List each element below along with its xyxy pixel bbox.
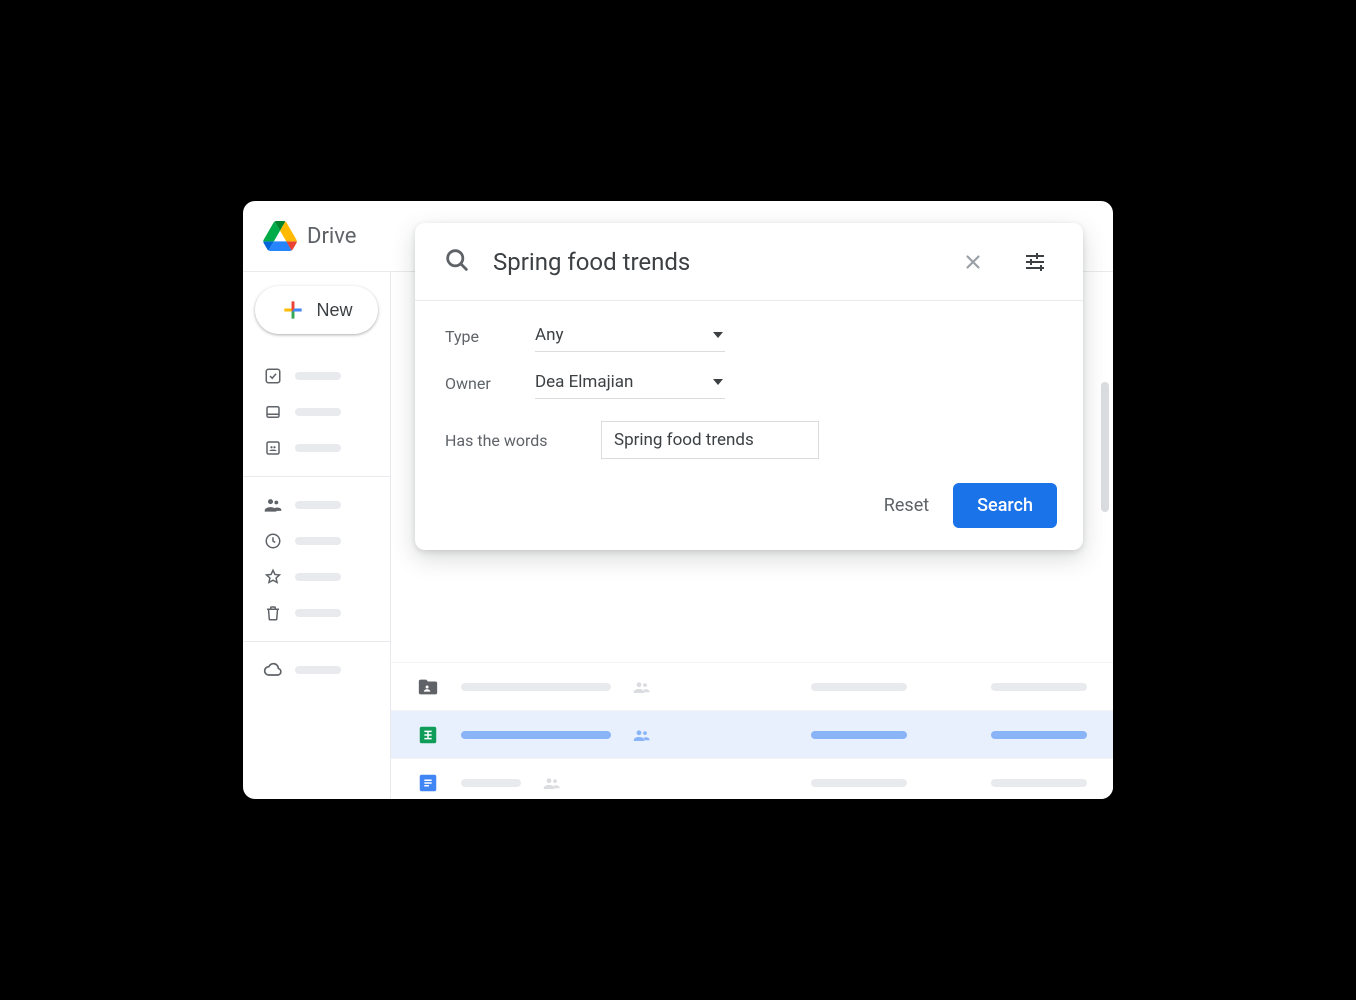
search-bar <box>415 223 1083 301</box>
search-icon <box>443 246 471 278</box>
file-row-docs[interactable] <box>391 758 1113 799</box>
sidebar-label-placeholder <box>295 666 341 674</box>
cloud-icon <box>263 660 283 680</box>
sidebar-label-placeholder <box>295 372 341 380</box>
new-button-label: New <box>316 300 352 321</box>
sidebar-label-placeholder <box>295 444 341 452</box>
search-button[interactable]: Search <box>953 483 1057 528</box>
sidebar-item-starred[interactable] <box>243 559 390 595</box>
app-window: Drive New <box>243 201 1113 799</box>
checkbox-icon <box>263 366 283 386</box>
file-meta-placeholder <box>991 683 1087 691</box>
sidebar-label-placeholder <box>295 408 341 416</box>
tune-icon <box>1023 250 1047 274</box>
clock-icon <box>263 531 283 551</box>
file-meta-placeholder <box>991 779 1087 787</box>
people-icon <box>263 495 283 515</box>
owner-label: Owner <box>445 374 535 393</box>
owner-value: Dea Elmajian <box>535 372 633 392</box>
docs-icon <box>417 772 439 794</box>
close-icon <box>962 251 984 273</box>
owner-select[interactable]: Dea Elmajian <box>535 368 725 399</box>
file-meta-placeholder <box>811 683 907 691</box>
star-icon <box>263 567 283 587</box>
app-title: Drive <box>307 224 356 249</box>
shared-drives-icon <box>263 438 283 458</box>
sidebar-label-placeholder <box>295 537 341 545</box>
shared-icon <box>543 777 561 789</box>
search-actions: Reset Search <box>415 467 1083 550</box>
type-label: Type <box>445 327 535 346</box>
sidebar-item-my-drive[interactable] <box>243 394 390 430</box>
search-filters: Type Any Owner Dea Elmajian Has the word… <box>415 301 1083 467</box>
sidebar: New <box>243 272 391 799</box>
words-label: Has the words <box>445 431 601 450</box>
file-list <box>391 662 1113 799</box>
sidebar-item-recent[interactable] <box>243 523 390 559</box>
file-name-placeholder <box>461 779 521 787</box>
drive-icon <box>263 221 297 251</box>
new-button[interactable]: New <box>255 286 378 334</box>
sidebar-item-priority[interactable] <box>243 358 390 394</box>
file-meta-placeholder <box>811 731 907 739</box>
file-name-placeholder <box>461 683 611 691</box>
shared-icon <box>633 729 651 741</box>
folder-shared-icon <box>417 676 439 698</box>
search-panel: Type Any Owner Dea Elmajian Has the word… <box>415 223 1083 550</box>
type-value: Any <box>535 325 564 345</box>
search-options-button[interactable] <box>1015 242 1055 282</box>
clear-search-button[interactable] <box>953 242 993 282</box>
type-select[interactable]: Any <box>535 321 725 352</box>
sidebar-item-trash[interactable] <box>243 595 390 631</box>
sidebar-label-placeholder <box>295 609 341 617</box>
sidebar-item-shared-drives[interactable] <box>243 430 390 466</box>
file-row-folder[interactable] <box>391 662 1113 710</box>
sheets-icon <box>417 724 439 746</box>
sidebar-item-shared[interactable] <box>243 487 390 523</box>
sidebar-label-placeholder <box>295 573 341 581</box>
hdd-icon <box>263 402 283 422</box>
file-row-sheets[interactable] <box>391 710 1113 758</box>
filter-row-words: Has the words <box>445 421 1053 459</box>
shared-icon <box>633 681 651 693</box>
sidebar-item-storage[interactable] <box>243 652 390 688</box>
scrollbar[interactable] <box>1101 382 1109 512</box>
filter-row-type: Type Any <box>445 321 1053 352</box>
chevron-down-icon <box>713 332 723 338</box>
file-meta-placeholder <box>991 731 1087 739</box>
words-input[interactable] <box>601 421 819 459</box>
reset-button[interactable]: Reset <box>884 495 929 516</box>
file-meta-placeholder <box>811 779 907 787</box>
search-input[interactable] <box>493 248 931 276</box>
drive-logo[interactable]: Drive <box>263 221 356 251</box>
sidebar-label-placeholder <box>295 501 341 509</box>
chevron-down-icon <box>713 379 723 385</box>
trash-icon <box>263 603 283 623</box>
filter-row-owner: Owner Dea Elmajian <box>445 368 1053 399</box>
plus-icon <box>280 297 306 323</box>
file-name-placeholder <box>461 731 611 739</box>
